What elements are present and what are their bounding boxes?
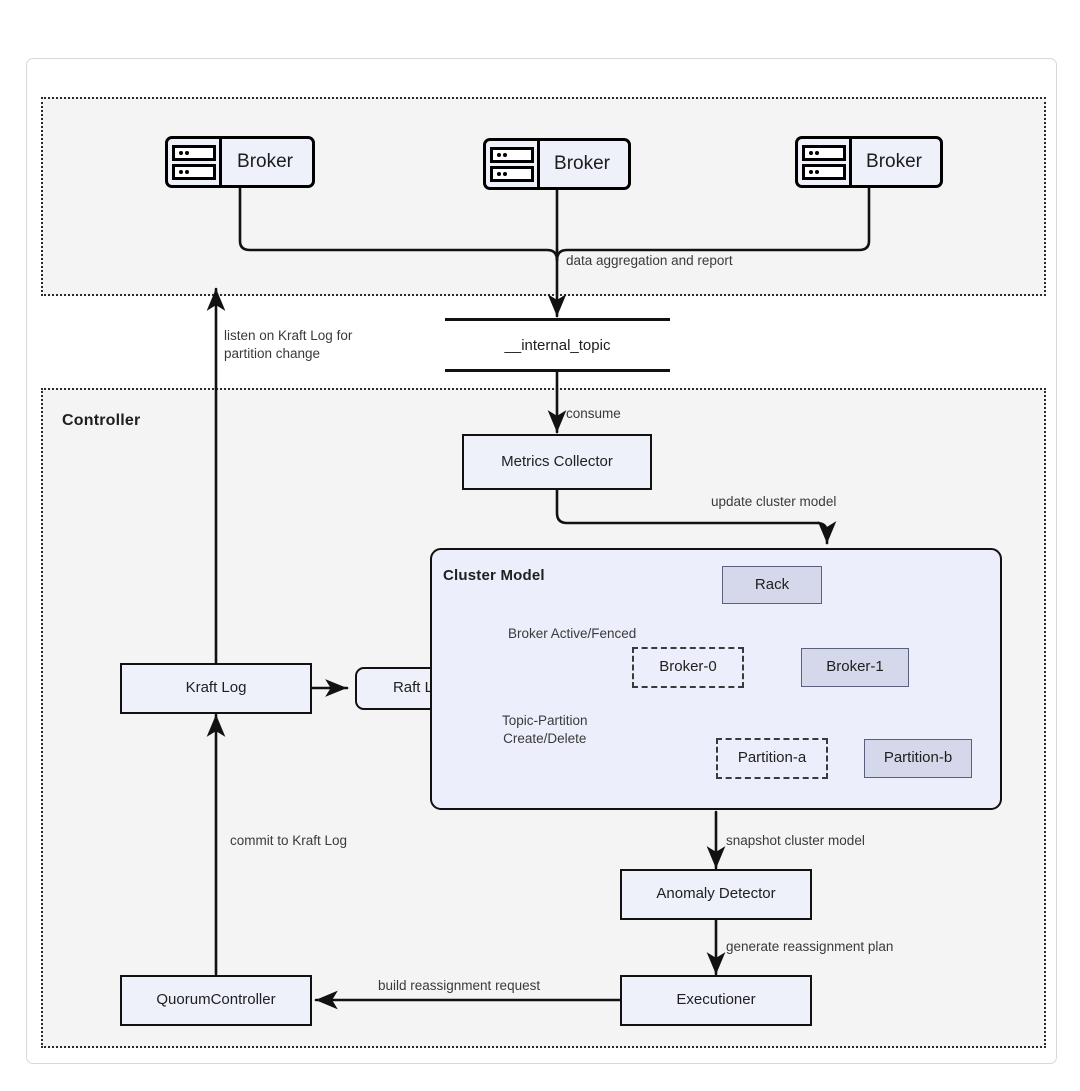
kraft-log-node[interactable]: Kraft Log xyxy=(120,663,312,714)
server-bays-icon xyxy=(486,141,540,187)
cluster-partition-b-chip[interactable]: Partition-b xyxy=(864,739,972,778)
diagram-canvas: Controller Broker Broker Broker __intern… xyxy=(0,0,1080,1091)
internal-topic-node[interactable]: __internal_topic xyxy=(445,318,670,372)
zone-controller-title: Controller xyxy=(62,412,141,429)
edge-label-consume: consume xyxy=(566,406,621,421)
cluster-model-title: Cluster Model xyxy=(443,567,545,584)
edge-label-build-request: build reassignment request xyxy=(378,978,541,993)
quorum-controller-node[interactable]: QuorumController xyxy=(120,975,312,1026)
cluster-partition-a-chip[interactable]: Partition-a xyxy=(716,738,828,779)
broker-node-3[interactable]: Broker xyxy=(795,136,943,188)
anomaly-detector-node[interactable]: Anomaly Detector xyxy=(620,869,812,920)
broker-label: Broker xyxy=(237,151,293,172)
metrics-collector-node[interactable]: Metrics Collector xyxy=(462,434,652,490)
edge-label-topic-partition: Topic-Partition Create/Delete xyxy=(502,713,588,747)
server-bays-icon xyxy=(798,139,852,185)
edge-label-update-cluster-model: update cluster model xyxy=(711,494,837,509)
zone-brokers xyxy=(41,97,1046,296)
edge-label-generate-plan: generate reassignment plan xyxy=(726,939,894,954)
edge-label-listen-kraft: listen on Kraft Log for partition change xyxy=(224,328,353,362)
broker-node-1[interactable]: Broker xyxy=(165,136,315,188)
edge-label-commit-kraft: commit to Kraft Log xyxy=(230,833,348,848)
edge-label-broker-active-fenced: Broker Active/Fenced xyxy=(508,626,637,641)
edge-label-snapshot-cluster-model: snapshot cluster model xyxy=(726,833,865,848)
broker-label: Broker xyxy=(554,153,610,174)
cluster-rack-chip[interactable]: Rack xyxy=(722,566,822,604)
cluster-broker-0-chip[interactable]: Broker-0 xyxy=(632,647,744,688)
broker-label: Broker xyxy=(866,151,922,172)
server-bays-icon xyxy=(168,139,222,185)
broker-node-2[interactable]: Broker xyxy=(483,138,631,190)
cluster-broker-1-chip[interactable]: Broker-1 xyxy=(801,648,909,687)
edge-label-data-aggregation: data aggregation and report xyxy=(566,253,733,268)
executioner-node[interactable]: Executioner xyxy=(620,975,812,1026)
